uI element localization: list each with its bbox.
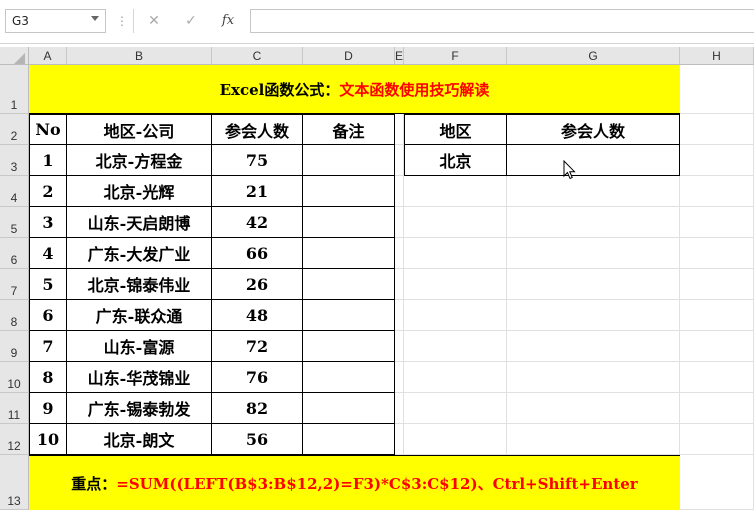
table-cell-company[interactable]: 北京-锦泰伟业 xyxy=(67,269,212,300)
row-header-13[interactable]: 13 xyxy=(0,455,29,510)
footer-banner[interactable]: 重点： =SUM((LEFT(B$3:B$12,2)=F3)*C$3:C$12)、… xyxy=(29,455,680,510)
table-cell-note[interactable] xyxy=(303,176,395,207)
table-cell-no[interactable]: 6 xyxy=(29,300,67,331)
table-cell-count[interactable]: 66 xyxy=(212,238,303,269)
table-cell-count[interactable]: 21 xyxy=(212,176,303,207)
row-number: 1 xyxy=(10,98,18,112)
row-number: 4 xyxy=(10,191,18,205)
lookup-header-cell[interactable]: 地区 xyxy=(404,114,507,145)
row-header-8[interactable]: 8 xyxy=(0,300,29,331)
table-cell-company[interactable]: 山东-天启朗博 xyxy=(67,207,212,238)
row-header-9[interactable]: 9 xyxy=(0,331,29,362)
table-cell-no[interactable]: 7 xyxy=(29,331,67,362)
table-cell-note[interactable] xyxy=(303,393,395,424)
table-cell-no[interactable]: 10 xyxy=(29,424,67,455)
table-cell-note[interactable] xyxy=(303,238,395,269)
column-header-d[interactable]: D xyxy=(303,47,395,65)
divider xyxy=(133,9,134,33)
table-cell-company[interactable]: 广东-联众通 xyxy=(67,300,212,331)
cancel-icon[interactable]: ✕ xyxy=(140,10,168,32)
formula-input[interactable] xyxy=(250,9,754,33)
table-cell-count[interactable]: 26 xyxy=(212,269,303,300)
table-cell-no[interactable]: 1 xyxy=(29,145,67,176)
row-header-6[interactable]: 6 xyxy=(0,238,29,269)
title-highlight: 文本函数使用技巧解读 xyxy=(339,80,490,99)
column-header-h[interactable]: H xyxy=(680,47,754,65)
select-all-triangle-icon xyxy=(14,53,25,64)
lookup-region-cell[interactable]: 北京 xyxy=(404,145,507,176)
table-cell-note[interactable] xyxy=(303,362,395,393)
table-cell-note[interactable] xyxy=(303,424,395,455)
row-number: 8 xyxy=(10,315,18,329)
row-header-12[interactable]: 12 xyxy=(0,424,29,455)
table-cell-no[interactable]: 8 xyxy=(29,362,67,393)
row-header-4[interactable]: 4 xyxy=(0,176,29,207)
name-box[interactable]: G3 xyxy=(5,9,106,33)
table-cell-note[interactable] xyxy=(303,269,395,300)
table-header-cell[interactable]: 参会人数 xyxy=(212,114,303,145)
table-cell-count[interactable]: 42 xyxy=(212,207,303,238)
title-prefix: Excel函数公式： xyxy=(219,80,340,99)
table-cell-count[interactable]: 48 xyxy=(212,300,303,331)
row-number: 11 xyxy=(7,408,21,422)
table-cell-no[interactable]: 2 xyxy=(29,176,67,207)
row-number: 7 xyxy=(10,284,18,298)
lookup-header-cell[interactable]: 参会人数 xyxy=(507,114,680,145)
table-header-cell[interactable]: 地区-公司 xyxy=(67,114,212,145)
column-header-g[interactable]: G xyxy=(507,47,680,65)
table-cell-count[interactable]: 75 xyxy=(212,145,303,176)
table-cell-count[interactable]: 72 xyxy=(212,331,303,362)
column-header-c[interactable]: C xyxy=(212,47,303,65)
table-cell-company[interactable]: 山东-华茂锦业 xyxy=(67,362,212,393)
lookup-result-cell[interactable] xyxy=(507,145,680,176)
row-number: 6 xyxy=(10,253,18,267)
table-cell-note[interactable] xyxy=(303,331,395,362)
table-cell-no[interactable]: 4 xyxy=(29,238,67,269)
footer-formula: =SUM((LEFT(B$3:B$12,2)=F3)*C$3:C$12)、Ctr… xyxy=(116,474,638,493)
row-header-11[interactable]: 11 xyxy=(0,393,29,424)
row-header-10[interactable]: 10 xyxy=(0,362,29,393)
insert-function-button[interactable]: fx xyxy=(214,10,242,32)
drag-handle-icon[interactable]: ⋮ xyxy=(116,12,128,30)
table-cell-count[interactable]: 76 xyxy=(212,362,303,393)
row-number: 10 xyxy=(7,377,21,391)
row-number: 5 xyxy=(10,222,18,236)
title-banner[interactable]: Excel函数公式： 文本函数使用技巧解读 xyxy=(29,65,680,114)
table-cell-note[interactable] xyxy=(303,145,395,176)
row-number: 3 xyxy=(10,160,18,174)
enter-icon[interactable]: ✓ xyxy=(177,10,205,32)
column-header-e[interactable]: E xyxy=(395,47,404,65)
table-cell-no[interactable]: 9 xyxy=(29,393,67,424)
table-cell-count[interactable]: 56 xyxy=(212,424,303,455)
table-header-cell[interactable]: 备注 xyxy=(303,114,395,145)
table-cell-no[interactable]: 5 xyxy=(29,269,67,300)
row-number: 2 xyxy=(10,129,18,143)
table-cell-note[interactable] xyxy=(303,207,395,238)
row-number: 9 xyxy=(10,346,18,360)
table-cell-company[interactable]: 北京-方程金 xyxy=(67,145,212,176)
table-cell-count[interactable]: 82 xyxy=(212,393,303,424)
row-header-5[interactable]: 5 xyxy=(0,207,29,238)
column-header-a[interactable]: A xyxy=(29,47,67,65)
table-cell-company[interactable]: 广东-大发广业 xyxy=(67,238,212,269)
column-header-b[interactable]: B xyxy=(67,47,212,65)
table-cell-no[interactable]: 3 xyxy=(29,207,67,238)
table-cell-company[interactable]: 北京-光辉 xyxy=(67,176,212,207)
row-number: 13 xyxy=(7,494,21,508)
mouse-cursor-icon xyxy=(563,160,576,180)
table-cell-company[interactable]: 北京-朗文 xyxy=(67,424,212,455)
table-header-cell[interactable]: No xyxy=(29,114,67,145)
row-header-3[interactable]: 3 xyxy=(0,145,29,176)
footer-label: 重点： xyxy=(71,474,117,493)
row-header-1[interactable]: 1 xyxy=(0,65,29,114)
row-number: 12 xyxy=(7,439,21,453)
column-header-f[interactable]: F xyxy=(404,47,507,65)
chevron-down-icon[interactable] xyxy=(91,16,99,21)
table-cell-note[interactable] xyxy=(303,300,395,331)
table-cell-company[interactable]: 广东-锡泰勃发 xyxy=(67,393,212,424)
row-header-2[interactable]: 2 xyxy=(0,114,29,145)
table-cell-company[interactable]: 山东-富源 xyxy=(67,331,212,362)
row-header-7[interactable]: 7 xyxy=(0,269,29,300)
